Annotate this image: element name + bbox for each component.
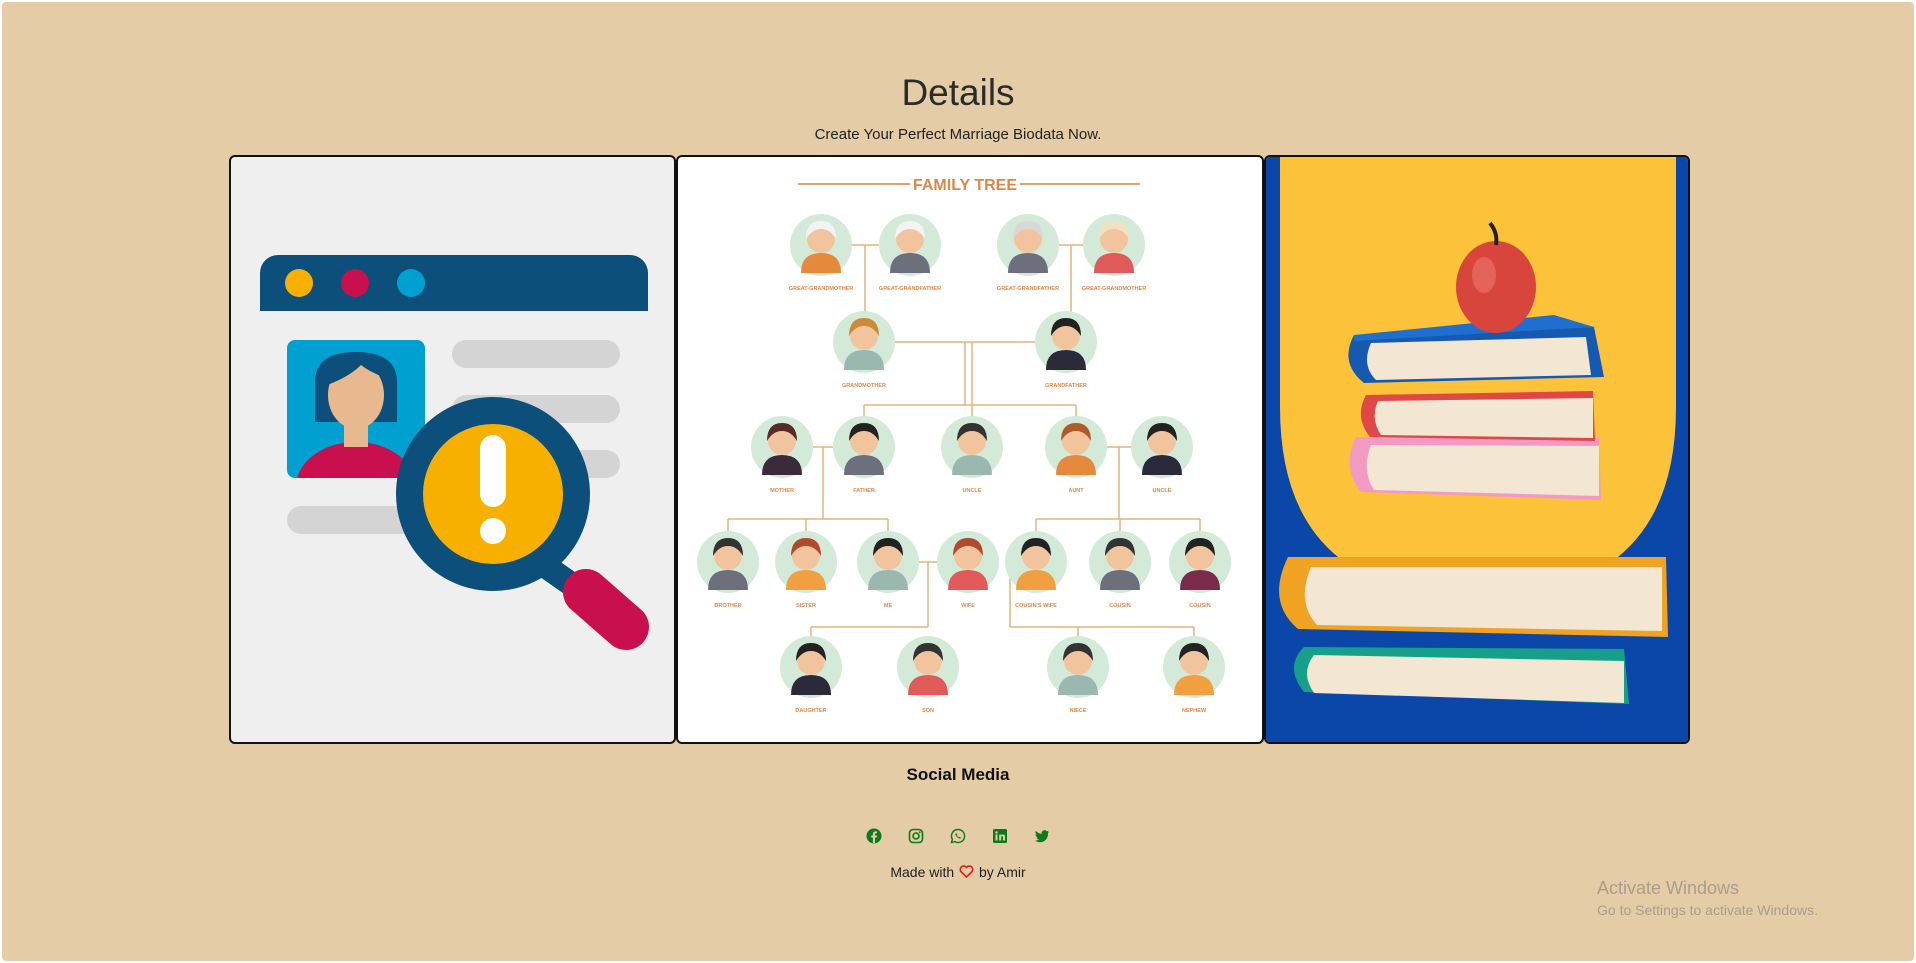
family-member-label: GRANDMOTHER bbox=[842, 383, 886, 389]
family-member-label: SISTER bbox=[796, 603, 816, 609]
family-member-avatar: GREAT-GRANDFATHER bbox=[997, 214, 1059, 292]
family-member-label: COUSIN'S WIFE bbox=[1015, 603, 1057, 609]
family-member-label: COUSIN bbox=[1109, 603, 1130, 609]
family-member-label: MOTHER bbox=[770, 488, 794, 494]
family-member-avatar: ME bbox=[857, 531, 919, 609]
family-member-avatar: NEPHEW bbox=[1163, 636, 1225, 714]
family-member-avatar: GRANDFATHER bbox=[1035, 311, 1097, 389]
family-member-label: GREAT-GRANDFATHER bbox=[997, 286, 1059, 292]
linkedin-icon[interactable] bbox=[992, 828, 1008, 844]
family-member-label: ME bbox=[884, 603, 893, 609]
family-member-avatar: GREAT-GRANDMOTHER bbox=[789, 214, 853, 292]
social-media-heading: Social Media bbox=[906, 765, 1010, 784]
family-member-avatar: SON bbox=[897, 636, 959, 714]
author-text: by Amir bbox=[978, 864, 1026, 880]
family-member-avatar: AUNT bbox=[1045, 416, 1107, 494]
family-member-avatar: GREAT-GRANDMOTHER bbox=[1082, 214, 1146, 292]
family-member-avatar: COUSIN'S WIFE bbox=[1005, 531, 1067, 609]
family-member-label: AUNT bbox=[1068, 488, 1084, 494]
whatsapp-icon[interactable] bbox=[950, 828, 966, 844]
family-member-avatar: GRANDMOTHER bbox=[833, 311, 895, 389]
family-member-avatar: COUSIN bbox=[1169, 531, 1231, 609]
page-subtitle: Create Your Perfect Marriage Biodata Now… bbox=[814, 126, 1102, 143]
family-member-label: NIECE bbox=[1070, 708, 1087, 714]
family-member-label: SON bbox=[922, 708, 934, 714]
family-member-avatar: SISTER bbox=[775, 531, 837, 609]
page-title: Details bbox=[901, 72, 1015, 113]
made-with-text: Made with bbox=[890, 864, 955, 880]
facebook-icon[interactable] bbox=[866, 828, 882, 844]
windows-activation-watermark: Activate Windows Go to Settings to activ… bbox=[1597, 878, 1818, 918]
heart-icon bbox=[959, 865, 974, 878]
family-member-avatar: COUSIN bbox=[1089, 531, 1151, 609]
family-member-avatar: FATHER bbox=[833, 416, 895, 494]
family-member-label: BROTHER bbox=[714, 603, 741, 609]
family-tree-illustration: FAMILY TREE GREAT-GRANDMOTHER GREAT-GRAND… bbox=[697, 177, 1231, 714]
family-member-avatar: WIFE bbox=[937, 531, 999, 609]
family-tree-card: FAMILY TREE GREAT-GRANDMOTHER GREAT-GRAND… bbox=[676, 155, 1264, 744]
family-tree-heading: FAMILY TREE bbox=[913, 177, 1017, 194]
family-member-label: UNCLE bbox=[963, 488, 982, 494]
family-member-label: DAUGHTER bbox=[795, 708, 826, 714]
family-member-avatar: BROTHER bbox=[697, 531, 759, 609]
page-background: Details Create Your Perfect Marriage Bio… bbox=[2, 2, 1914, 961]
family-member-label: UNCLE bbox=[1153, 488, 1172, 494]
watermark-title: Activate Windows bbox=[1597, 878, 1740, 898]
family-member-label: COUSIN bbox=[1189, 603, 1210, 609]
family-member-label: GRANDFATHER bbox=[1045, 383, 1087, 389]
instagram-icon[interactable] bbox=[908, 828, 924, 844]
family-member-label: FATHER bbox=[853, 488, 875, 494]
social-icons-row bbox=[2, 828, 1914, 844]
family-member-avatar: GREAT-GRANDFATHER bbox=[879, 214, 941, 292]
books-illustration bbox=[1266, 157, 1688, 742]
books-card bbox=[1264, 155, 1690, 744]
profile-search-illustration bbox=[260, 255, 649, 650]
profile-search-card bbox=[229, 155, 676, 744]
family-member-avatar: DAUGHTER bbox=[780, 636, 842, 714]
family-member-label: GREAT-GRANDMOTHER bbox=[789, 286, 853, 292]
family-member-avatar: UNCLE bbox=[941, 416, 1003, 494]
family-member-avatar: MOTHER bbox=[751, 416, 813, 494]
family-member-label: GREAT-GRANDMOTHER bbox=[1082, 286, 1146, 292]
family-member-avatar: UNCLE bbox=[1131, 416, 1193, 494]
family-member-label: NEPHEW bbox=[1182, 708, 1207, 714]
twitter-icon[interactable] bbox=[1034, 828, 1050, 844]
family-member-label: WIFE bbox=[961, 603, 975, 609]
family-member-label: GREAT-GRANDFATHER bbox=[879, 286, 941, 292]
watermark-subtitle: Go to Settings to activate Windows. bbox=[1597, 902, 1818, 918]
family-member-avatar: NIECE bbox=[1047, 636, 1109, 714]
